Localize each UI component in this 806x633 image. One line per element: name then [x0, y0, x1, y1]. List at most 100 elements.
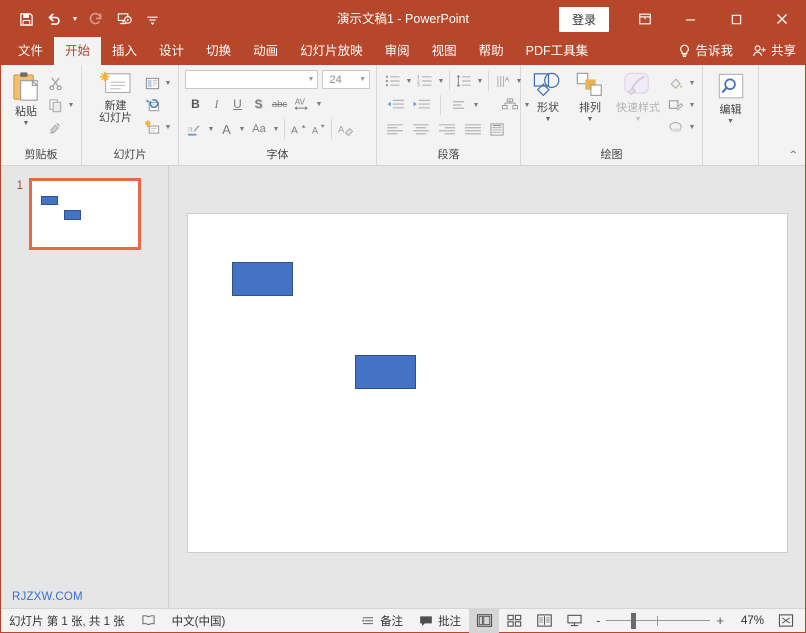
- slide-thumbnail-pane[interactable]: 1 RJZXW.COM: [1, 166, 169, 608]
- format-painter-button[interactable]: [44, 116, 66, 138]
- font-color-button[interactable]: A: [216, 119, 237, 140]
- maximize-button[interactable]: [713, 1, 759, 37]
- strikethrough-button[interactable]: abc: [269, 94, 290, 115]
- zoom-slider[interactable]: [606, 609, 710, 633]
- section-dropdown-icon[interactable]: ▼: [163, 116, 173, 138]
- shape-effects-button[interactable]: [665, 116, 687, 138]
- section-button[interactable]: [141, 116, 163, 138]
- signin-button[interactable]: 登录: [559, 7, 609, 32]
- line-spacing-button[interactable]: [453, 70, 475, 92]
- ribbon-display-options-icon[interactable]: [623, 1, 667, 37]
- tab-animations[interactable]: 动画: [242, 37, 289, 65]
- minimize-button[interactable]: [667, 1, 713, 37]
- underline-button[interactable]: U: [227, 94, 248, 115]
- align-left-button[interactable]: [382, 118, 408, 140]
- clear-formatting-button[interactable]: a: [185, 119, 206, 140]
- zoom-percent-label[interactable]: 47%: [730, 615, 764, 627]
- undo-icon[interactable]: [41, 6, 67, 32]
- slide-sorter-button[interactable]: [499, 609, 529, 633]
- align-text-button[interactable]: [447, 94, 471, 116]
- tab-slideshow[interactable]: 幻灯片放映: [289, 37, 374, 65]
- comments-button[interactable]: 批注: [411, 609, 469, 633]
- justify-button[interactable]: [460, 118, 486, 140]
- font-color-dropdown-icon[interactable]: ▼: [237, 118, 247, 140]
- zoom-out-button[interactable]: -: [596, 613, 600, 628]
- tab-help[interactable]: 帮助: [468, 37, 515, 65]
- share-button[interactable]: 共享: [742, 37, 805, 65]
- editing-dropdown-icon[interactable]: ▼: [727, 118, 734, 125]
- italic-button[interactable]: I: [206, 94, 227, 115]
- paste-button[interactable]: 粘贴 ▼: [8, 69, 44, 127]
- notes-button[interactable]: 备注: [353, 609, 411, 633]
- slide-count-status[interactable]: 幻灯片 第 1 张, 共 1 张: [1, 609, 133, 633]
- zoom-slider-thumb[interactable]: [631, 613, 636, 629]
- font-name-dropdown-icon[interactable]: ▼: [304, 76, 315, 83]
- reset-button[interactable]: [141, 94, 163, 116]
- slide-thumbnail-1[interactable]: [29, 178, 141, 250]
- shapes-dropdown-icon[interactable]: ▼: [545, 116, 552, 123]
- tab-transitions[interactable]: 切换: [195, 37, 242, 65]
- customize-qat-icon[interactable]: [139, 6, 165, 32]
- slide-canvas-pane[interactable]: [169, 166, 805, 608]
- font-name-input[interactable]: ▼: [185, 70, 318, 89]
- tab-pdf-tools[interactable]: PDF工具集: [515, 37, 600, 65]
- copy-button[interactable]: [44, 94, 66, 116]
- tell-me-button[interactable]: 告诉我: [668, 37, 742, 65]
- font-size-input[interactable]: 24 ▼: [322, 70, 370, 89]
- tab-review[interactable]: 审阅: [374, 37, 421, 65]
- align-right-button[interactable]: [434, 118, 460, 140]
- arrange-dropdown-icon[interactable]: ▼: [587, 116, 594, 123]
- rectangle-shape-1[interactable]: [232, 262, 293, 296]
- slideshow-view-button[interactable]: [559, 609, 589, 633]
- rectangle-shape-2[interactable]: [355, 355, 416, 389]
- slide-canvas[interactable]: [187, 213, 788, 553]
- cut-button[interactable]: [44, 72, 66, 94]
- language-status[interactable]: 中文(中国): [164, 609, 234, 633]
- quick-styles-dropdown-icon[interactable]: ▼: [635, 116, 642, 123]
- align-text-dropdown-icon[interactable]: ▼: [471, 94, 481, 116]
- collapse-ribbon-icon[interactable]: ⌃: [787, 150, 799, 161]
- align-center-button[interactable]: [408, 118, 434, 140]
- arrange-button[interactable]: 排列 ▼: [569, 69, 611, 123]
- text-direction-button[interactable]: A: [492, 70, 514, 92]
- start-slideshow-icon[interactable]: [111, 6, 137, 32]
- shapes-button[interactable]: 形状 ▼: [527, 69, 569, 123]
- character-spacing-dropdown-icon[interactable]: ▼: [314, 93, 324, 115]
- bullets-button[interactable]: [382, 70, 404, 92]
- shape-outline-button[interactable]: [665, 94, 687, 116]
- zoom-control[interactable]: - + 47%: [589, 609, 771, 633]
- normal-view-button[interactable]: [469, 609, 499, 633]
- reading-view-button[interactable]: [529, 609, 559, 633]
- columns-button[interactable]: [486, 118, 508, 140]
- tab-design[interactable]: 设计: [148, 37, 195, 65]
- copy-dropdown-icon[interactable]: ▼: [66, 94, 76, 116]
- paste-dropdown-icon[interactable]: ▼: [23, 120, 30, 127]
- tab-insert[interactable]: 插入: [101, 37, 148, 65]
- layout-button[interactable]: [141, 72, 163, 94]
- layout-dropdown-icon[interactable]: ▼: [163, 72, 173, 94]
- shape-fill-dropdown-icon[interactable]: ▼: [687, 72, 697, 94]
- tab-file[interactable]: 文件: [7, 37, 54, 65]
- character-spacing-button[interactable]: AV: [290, 94, 314, 115]
- quick-styles-button[interactable]: 快速样式 ▼: [611, 69, 665, 123]
- line-spacing-dropdown-icon[interactable]: ▼: [475, 70, 485, 92]
- tab-view[interactable]: 视图: [421, 37, 468, 65]
- save-icon[interactable]: [13, 6, 39, 32]
- increase-font-size-button[interactable]: A: [288, 119, 308, 140]
- convert-smartart-button[interactable]: [498, 94, 522, 116]
- undo-dropdown-icon[interactable]: ▼: [69, 6, 81, 32]
- font-size-dropdown-icon[interactable]: ▼: [355, 76, 366, 83]
- tab-home[interactable]: 开始: [54, 37, 101, 65]
- fit-slide-to-window-button[interactable]: [771, 609, 801, 633]
- bold-button[interactable]: B: [185, 94, 206, 115]
- change-case-dropdown-icon[interactable]: ▼: [271, 118, 281, 140]
- spellcheck-status[interactable]: [133, 609, 164, 633]
- new-slide-button[interactable]: 新建 幻灯片: [90, 69, 141, 124]
- shape-fill-button[interactable]: [665, 72, 687, 94]
- numbering-dropdown-icon[interactable]: ▼: [436, 70, 446, 92]
- redo-icon[interactable]: [83, 6, 109, 32]
- editing-button[interactable]: 编辑 ▼: [709, 71, 753, 125]
- clear-formatting-dropdown-icon[interactable]: ▼: [206, 118, 216, 140]
- bullets-dropdown-icon[interactable]: ▼: [404, 70, 414, 92]
- text-shadow-button[interactable]: S: [248, 94, 269, 115]
